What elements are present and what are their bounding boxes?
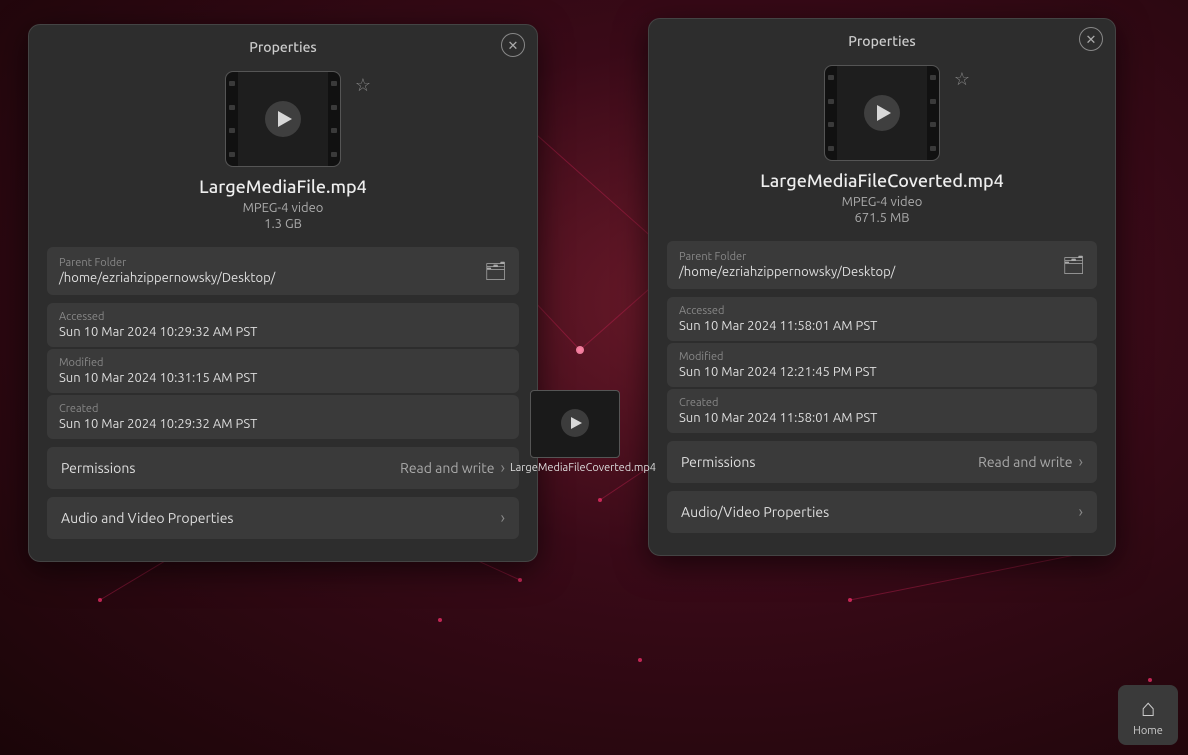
- modified-row-2: Modified Sun 10 Mar 2024 12:21:45 PM PST: [667, 343, 1097, 387]
- file-size-2: 671.5 MB: [854, 211, 909, 225]
- file-icon-wrapper-2: ☆: [824, 65, 940, 161]
- play-icon-2: [864, 95, 900, 131]
- audio-video-label-2: Audio/Video Properties: [681, 504, 829, 520]
- dialog-1-close-button[interactable]: ✕: [501, 33, 525, 57]
- created-value-2: Sun 10 Mar 2024 11:58:01 AM PST: [679, 411, 1085, 425]
- audio-video-chevron-1: ›: [501, 509, 506, 527]
- modified-value-2: Sun 10 Mar 2024 12:21:45 PM PST: [679, 365, 1085, 379]
- info-section-1: Accessed Sun 10 Mar 2024 10:29:32 AM PST…: [47, 303, 519, 439]
- bg-video-thumbnail[interactable]: [530, 390, 620, 458]
- parent-folder-value-1: /home/ezriahzippernowsky/Desktop/: [59, 271, 275, 285]
- created-label-2: Created: [679, 397, 1085, 409]
- dialog-2-header: Properties ✕: [649, 19, 1115, 59]
- folder-content-1: Parent Folder /home/ezriahzippernowsky/D…: [59, 257, 275, 285]
- file-icon-area-1: ☆ LargeMediaFile.mp4 MPEG-4 video 1.3 GB: [47, 65, 519, 247]
- dialog-1-title: Properties: [249, 39, 317, 55]
- modified-label-1: Modified: [59, 357, 507, 369]
- folder-content-2: Parent Folder /home/ezriahzippernowsky/D…: [679, 251, 895, 279]
- permissions-chevron-2: ›: [1079, 453, 1084, 471]
- film-hole: [930, 75, 936, 80]
- audio-video-chevron-2: ›: [1079, 503, 1084, 521]
- parent-folder-row-2: Parent Folder /home/ezriahzippernowsky/D…: [667, 241, 1097, 289]
- accessed-value-2: Sun 10 Mar 2024 11:58:01 AM PST: [679, 319, 1085, 333]
- folder-open-icon-1[interactable]: 🗂: [484, 261, 507, 282]
- permissions-chevron-1: ›: [501, 459, 506, 477]
- film-hole: [930, 146, 936, 151]
- accessed-row-1: Accessed Sun 10 Mar 2024 10:29:32 AM PST: [47, 303, 519, 347]
- dialog-2-title: Properties: [848, 33, 916, 49]
- accessed-label-1: Accessed: [59, 311, 507, 323]
- dialog-2-close-button[interactable]: ✕: [1079, 27, 1103, 51]
- accessed-row-2: Accessed Sun 10 Mar 2024 11:58:01 AM PST: [667, 297, 1097, 341]
- bg-video-label: LargeMediaFileCoverted.mp4: [510, 462, 640, 474]
- permissions-value-1: Read and write: [400, 460, 494, 476]
- parent-folder-label-1: Parent Folder: [59, 257, 275, 269]
- film-hole: [828, 75, 834, 80]
- audio-video-row-1[interactable]: Audio and Video Properties ›: [47, 497, 519, 539]
- audio-video-label-1: Audio and Video Properties: [61, 510, 234, 526]
- film-hole: [930, 99, 936, 104]
- film-hole: [331, 128, 337, 133]
- film-hole: [331, 81, 337, 86]
- home-icon: ⌂: [1141, 694, 1156, 723]
- modified-value-1: Sun 10 Mar 2024 10:31:15 AM PST: [59, 371, 507, 385]
- parent-folder-row-1: Parent Folder /home/ezriahzippernowsky/D…: [47, 247, 519, 295]
- star-icon-2[interactable]: ☆: [954, 69, 970, 90]
- created-row-2: Created Sun 10 Mar 2024 11:58:01 AM PST: [667, 389, 1097, 433]
- file-icon-area-2: ☆ LargeMediaFileCoverted.mp4 MPEG-4 vide…: [667, 59, 1097, 241]
- dialog-1-header: Properties ✕: [29, 25, 537, 65]
- file-name-1: LargeMediaFile.mp4: [199, 177, 367, 197]
- dialog-1-body: ☆ LargeMediaFile.mp4 MPEG-4 video 1.3 GB…: [29, 65, 537, 561]
- play-icon-1: [265, 101, 301, 137]
- film-hole: [229, 128, 235, 133]
- home-label: Home: [1133, 725, 1163, 737]
- film-strip-right-1: [328, 72, 340, 166]
- file-thumbnail-2: [824, 65, 940, 161]
- file-type-2: MPEG-4 video: [842, 195, 923, 209]
- file-name-2: LargeMediaFileCoverted.mp4: [760, 171, 1004, 191]
- film-hole: [331, 105, 337, 110]
- dialog-2-body: ☆ LargeMediaFileCoverted.mp4 MPEG-4 vide…: [649, 59, 1115, 555]
- properties-dialog-2: Properties ✕: [648, 18, 1116, 556]
- accessed-label-2: Accessed: [679, 305, 1085, 317]
- film-hole: [828, 122, 834, 127]
- film-strip-right-2: [927, 66, 939, 160]
- film-hole: [229, 81, 235, 86]
- film-hole: [331, 152, 337, 157]
- film-hole: [229, 152, 235, 157]
- permissions-value-2: Read and write: [978, 454, 1072, 470]
- file-type-1: MPEG-4 video: [243, 201, 324, 215]
- audio-video-row-2[interactable]: Audio/Video Properties ›: [667, 491, 1097, 533]
- parent-folder-label-2: Parent Folder: [679, 251, 895, 263]
- created-value-1: Sun 10 Mar 2024 10:29:32 AM PST: [59, 417, 507, 431]
- accessed-value-1: Sun 10 Mar 2024 10:29:32 AM PST: [59, 325, 507, 339]
- bg-video-play-icon: [561, 409, 589, 437]
- permissions-right-2: Read and write ›: [978, 453, 1083, 471]
- film-hole: [828, 99, 834, 104]
- permissions-row-1[interactable]: Permissions Read and write ›: [47, 447, 519, 489]
- created-row-1: Created Sun 10 Mar 2024 10:29:32 AM PST: [47, 395, 519, 439]
- file-thumbnail-1: [225, 71, 341, 167]
- star-icon-1[interactable]: ☆: [355, 75, 371, 96]
- info-section-2: Accessed Sun 10 Mar 2024 11:58:01 AM PST…: [667, 297, 1097, 433]
- film-hole: [828, 146, 834, 151]
- permissions-row-2[interactable]: Permissions Read and write ›: [667, 441, 1097, 483]
- film-strip-left-1: [226, 72, 238, 166]
- file-icon-wrapper-1: ☆: [225, 71, 341, 167]
- film-strip-left-2: [825, 66, 837, 160]
- permissions-label-1: Permissions: [61, 460, 135, 476]
- file-size-1: 1.3 GB: [264, 217, 302, 231]
- film-hole: [229, 105, 235, 110]
- film-hole: [930, 122, 936, 127]
- home-button[interactable]: ⌂ Home: [1118, 685, 1178, 745]
- properties-dialog-1: Properties ✕: [28, 24, 538, 562]
- modified-row-1: Modified Sun 10 Mar 2024 10:31:15 AM PST: [47, 349, 519, 393]
- permissions-right-1: Read and write ›: [400, 459, 505, 477]
- created-label-1: Created: [59, 403, 507, 415]
- folder-open-icon-2[interactable]: 🗂: [1062, 255, 1085, 276]
- modified-label-2: Modified: [679, 351, 1085, 363]
- parent-folder-value-2: /home/ezriahzippernowsky/Desktop/: [679, 265, 895, 279]
- permissions-label-2: Permissions: [681, 454, 755, 470]
